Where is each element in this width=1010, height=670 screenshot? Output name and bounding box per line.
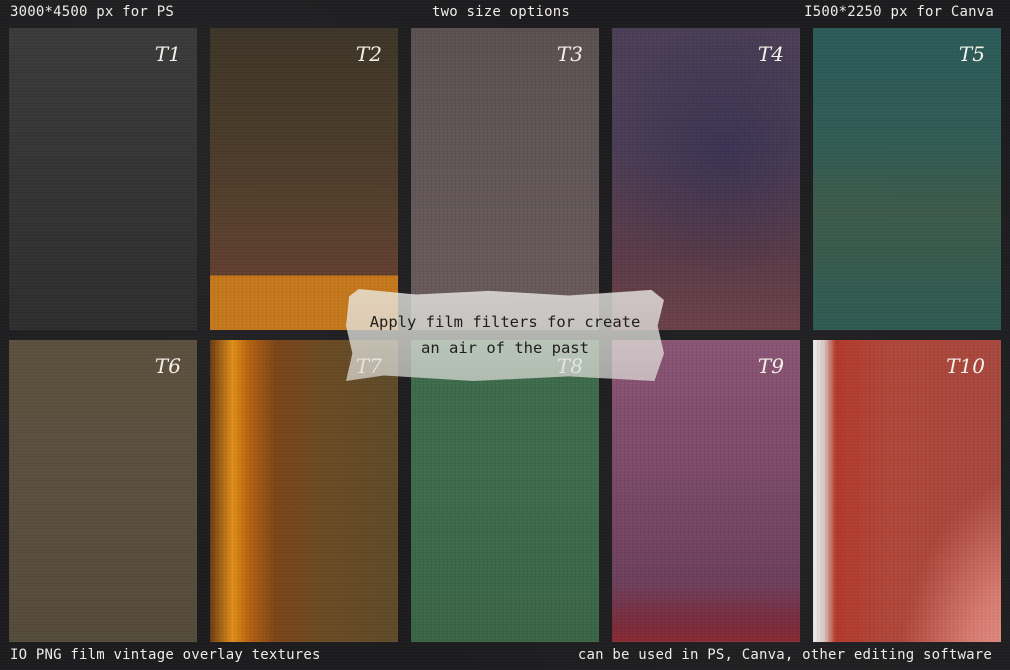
tile-label: T6	[154, 354, 181, 378]
tape-banner: Apply film filters for create an air of …	[346, 289, 664, 381]
compatibility-caption: can be used in PS, Canva, other editing …	[577, 647, 992, 663]
tile-label: T10	[946, 354, 985, 378]
texture-tile-t5: T5	[813, 28, 1001, 330]
tape-text-line1: Apply film filters for create	[369, 313, 641, 331]
tile-label: T9	[757, 354, 784, 378]
tile-label: T3	[556, 42, 583, 66]
tile-label: T5	[958, 42, 985, 66]
canva-size-caption: I500*2250 px for Canva	[804, 4, 994, 20]
tile-label: T1	[154, 42, 181, 66]
tile-label: T2	[355, 42, 382, 66]
texture-tile-t3: T3	[411, 28, 599, 330]
texture-tile-t8: T8	[411, 340, 599, 642]
texture-tile-t4: T4	[612, 28, 800, 330]
texture-tile-t2: T2	[210, 28, 398, 330]
texture-tile-t6: T6	[9, 340, 197, 642]
product-description-caption: IO PNG film vintage overlay textures	[10, 647, 321, 663]
size-options-caption: two size options	[432, 4, 571, 20]
texture-tile-t9: T9	[612, 340, 800, 642]
tape-text-line2: an air of the past	[421, 339, 589, 357]
texture-tile-t7: T7	[210, 340, 398, 642]
texture-tile-t10: T10	[813, 340, 1001, 642]
tile-label: T4	[757, 42, 784, 66]
texture-tile-t1: T1	[9, 28, 197, 330]
ps-size-caption: 3000*4500 px for PS	[10, 4, 174, 20]
